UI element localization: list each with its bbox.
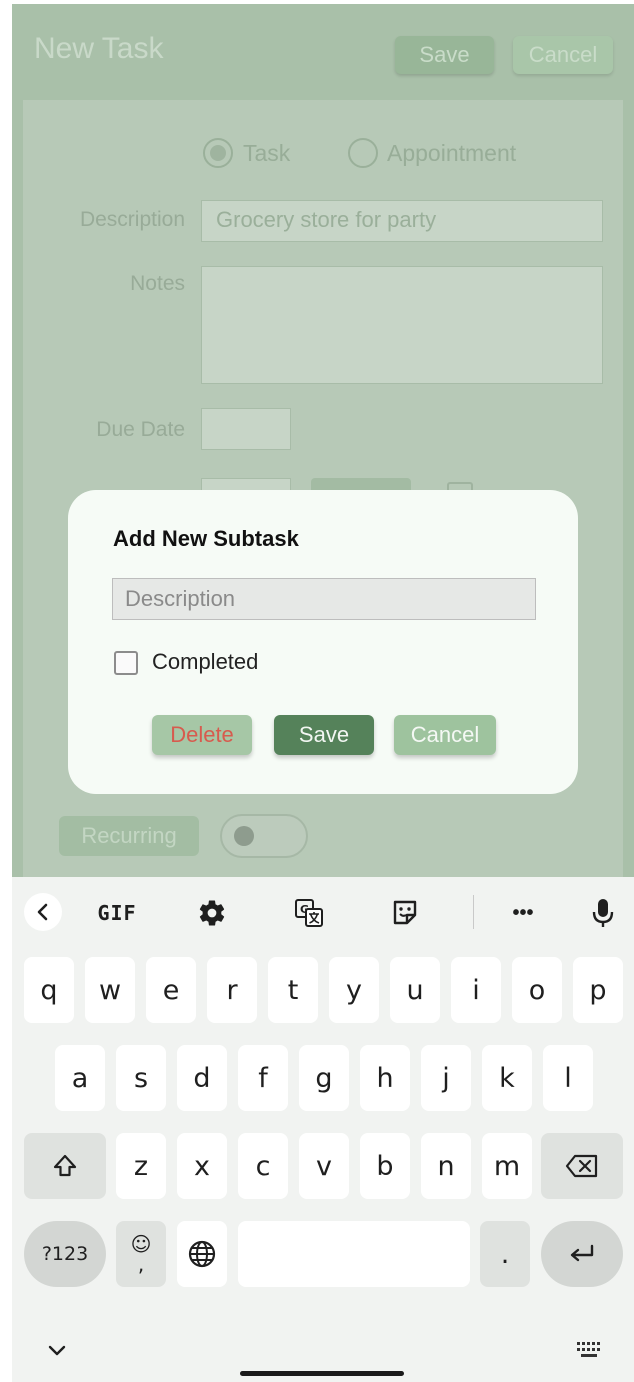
task-radio-label: Task — [243, 140, 291, 166]
comma-label: , — [137, 1252, 145, 1276]
key-b[interactable]: b — [360, 1133, 410, 1199]
delete-button[interactable]: Delete — [152, 715, 252, 755]
toolbar-divider — [473, 895, 474, 929]
key-r[interactable]: r — [207, 957, 257, 1023]
key-f[interactable]: f — [238, 1045, 288, 1111]
more-options-button[interactable]: ••• — [508, 897, 538, 929]
dialog-title: Add New Subtask — [113, 526, 299, 551]
sticker-icon — [393, 900, 417, 925]
appointment-radio-label: Appointment — [387, 140, 517, 166]
key-h[interactable]: h — [360, 1045, 410, 1111]
keyboard-back-button[interactable] — [24, 893, 62, 931]
space-key[interactable] — [238, 1221, 470, 1287]
key-o[interactable]: o — [512, 957, 562, 1023]
translate-button[interactable]: G — [292, 897, 326, 929]
chevron-down-icon[interactable] — [46, 1339, 68, 1361]
translate-icon: G — [295, 899, 323, 927]
enter-key[interactable] — [541, 1221, 623, 1287]
add-subtask-dialog: Add New Subtask Completed Delete Save Ca… — [68, 490, 578, 794]
gif-button[interactable]: GIF — [94, 897, 140, 929]
key-n[interactable]: n — [421, 1133, 471, 1199]
key-q[interactable]: q — [24, 957, 74, 1023]
key-c[interactable]: c — [238, 1133, 288, 1199]
description-field[interactable]: Grocery store for party — [201, 200, 603, 242]
key-g[interactable]: g — [299, 1045, 349, 1111]
appointment-radio[interactable] — [348, 138, 378, 168]
emoji-key[interactable]: ☺ , — [116, 1221, 166, 1287]
key-k[interactable]: k — [482, 1045, 532, 1111]
key-p[interactable]: p — [573, 957, 623, 1023]
cancel-button[interactable]: Cancel — [394, 715, 496, 755]
description-value: Grocery store for party — [216, 207, 437, 232]
completed-checkbox[interactable] — [114, 651, 138, 675]
page-title: New Task — [34, 32, 164, 65]
notes-label: Notes — [130, 272, 185, 295]
save-button[interactable]: Save — [274, 715, 374, 755]
key-i[interactable]: i — [451, 957, 501, 1023]
soft-keyboard: GIF G ••• q w e r t y u i o p a s d f g … — [12, 877, 634, 1382]
language-key[interactable] — [177, 1221, 227, 1287]
key-j[interactable]: j — [421, 1045, 471, 1111]
app-header: New Task Save Cancel — [12, 4, 634, 100]
key-m[interactable]: m — [482, 1133, 532, 1199]
shift-icon — [53, 1154, 77, 1177]
recurring-toggle[interactable] — [220, 814, 308, 858]
description-label: Description — [79, 208, 185, 231]
header-cancel-button[interactable]: Cancel — [513, 36, 613, 74]
enter-icon — [570, 1244, 594, 1262]
shift-key[interactable] — [24, 1133, 106, 1199]
key-v[interactable]: v — [299, 1133, 349, 1199]
subtask-description-input[interactable] — [112, 578, 536, 620]
home-indicator[interactable] — [240, 1371, 404, 1376]
sticker-button[interactable] — [388, 897, 422, 929]
header-save-button[interactable]: Save — [395, 36, 494, 74]
globe-icon — [188, 1240, 216, 1268]
settings-button[interactable] — [196, 897, 228, 929]
key-a[interactable]: a — [55, 1045, 105, 1111]
gear-icon — [199, 900, 225, 926]
task-radio[interactable] — [203, 138, 233, 168]
keyboard-switch-icon[interactable] — [576, 1341, 602, 1359]
period-key[interactable]: . — [480, 1221, 530, 1287]
key-z[interactable]: z — [116, 1133, 166, 1199]
microphone-icon — [592, 899, 614, 927]
symbols-key[interactable]: ?123 — [24, 1221, 106, 1287]
key-u[interactable]: u — [390, 957, 440, 1023]
backspace-key[interactable] — [541, 1133, 623, 1199]
key-x[interactable]: x — [177, 1133, 227, 1199]
key-y[interactable]: y — [329, 957, 379, 1023]
notes-field[interactable] — [201, 266, 603, 384]
key-s[interactable]: s — [116, 1045, 166, 1111]
key-w[interactable]: w — [85, 957, 135, 1023]
key-l[interactable]: l — [543, 1045, 593, 1111]
key-t[interactable]: t — [268, 957, 318, 1023]
backspace-icon — [565, 1154, 598, 1178]
chevron-left-icon — [37, 903, 48, 921]
due-date-field[interactable] — [201, 408, 291, 450]
completed-label: Completed — [152, 649, 259, 674]
voice-input-button[interactable] — [590, 897, 616, 929]
phone-screen: New Task Save Cancel Task Appointment De… — [12, 4, 634, 1382]
emoji-icon: ☺ — [130, 1232, 152, 1256]
recurring-button[interactable]: Recurring — [59, 816, 199, 856]
due-date-label: Due Date — [96, 418, 185, 441]
key-d[interactable]: d — [177, 1045, 227, 1111]
key-e[interactable]: e — [146, 957, 196, 1023]
